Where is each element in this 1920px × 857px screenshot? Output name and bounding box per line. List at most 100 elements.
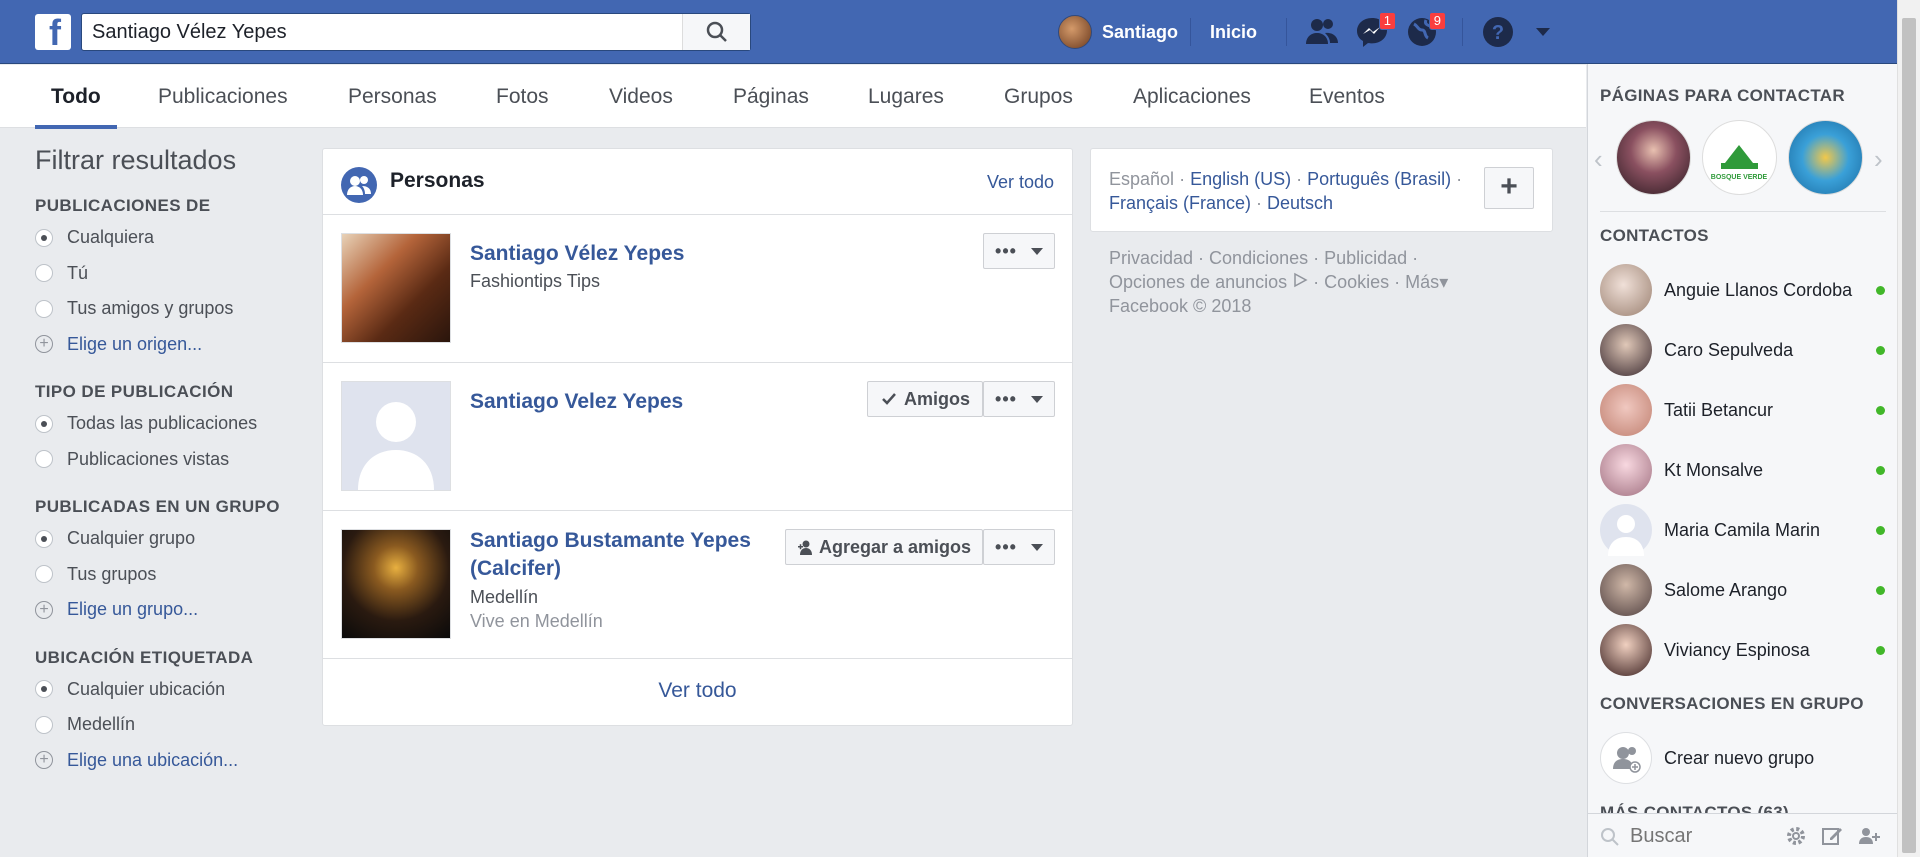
tab-fotos[interactable]: Fotos [496,65,549,128]
avatar [1600,504,1652,556]
person-name-link[interactable]: Santiago Vélez Yepes [470,240,684,268]
online-status-dot [1876,465,1885,475]
search-input[interactable] [92,19,682,45]
radio-selected[interactable] [35,680,53,699]
filter-section-title: UBICACIÓN ETIQUETADA [35,647,254,667]
notifications-globe-icon[interactable]: 9 [1404,12,1446,50]
friend-requests-icon[interactable] [1303,14,1341,50]
radio[interactable] [35,299,53,318]
person-detail: Fashiontips Tips [470,271,601,291]
footer-link[interactable]: Condiciones [1209,248,1308,268]
language-link[interactable]: Português (Brasil) [1307,169,1451,189]
radio-selected[interactable] [35,228,53,247]
choose-source-link[interactable]: + Elige un origen... [35,327,305,363]
facebook-logo-icon[interactable]: f [35,12,71,53]
filter-option[interactable]: Cualquiera [35,220,305,256]
profile-photo[interactable] [341,529,451,639]
more-options-button[interactable]: ••• [983,529,1055,565]
filter-option[interactable]: Cualquier ubicación [35,672,305,708]
radio[interactable] [35,264,53,283]
choose-source-label[interactable]: Elige un origen... [67,334,202,355]
profile-photo[interactable] [341,233,451,343]
person-name-link[interactable]: Santiago Bustamante Yepes (Calcifer) [470,527,770,583]
gear-icon[interactable] [1784,824,1808,848]
choose-group-link[interactable]: + Elige un grupo... [35,592,305,628]
filter-panel: Filtrar resultados PUBLICACIONES DE Cual… [35,145,305,778]
footer-link[interactable]: Publicidad [1324,248,1407,268]
language-link[interactable]: Français (France) [1109,193,1251,213]
filter-option[interactable]: Cualquier grupo [35,521,305,557]
plus-circle-icon: + [35,335,53,354]
contact-item[interactable]: Maria Camila Marin [1600,504,1885,556]
contact-item[interactable]: Tatii Betancur [1600,384,1885,436]
tab-todo[interactable]: Todo [35,65,117,129]
friends-button[interactable]: Amigos [867,381,983,417]
help-icon[interactable]: ? [1480,14,1518,50]
radio-selected[interactable] [35,414,53,433]
choose-location-label[interactable]: Elige una ubicación... [67,750,238,771]
more-options-button[interactable]: ••• [983,233,1055,269]
filter-option[interactable]: Tú [35,256,305,292]
choose-group-label[interactable]: Elige un grupo... [67,599,198,620]
footer-link[interactable]: Cookies [1324,272,1389,292]
chevron-right-icon[interactable]: › [1874,144,1883,175]
page-avatar[interactable] [1788,120,1863,195]
tab-lugares[interactable]: Lugares [868,65,944,128]
tab-grupos[interactable]: Grupos [1004,65,1073,128]
search-button[interactable] [682,14,750,50]
profile-link[interactable]: Santiago [1058,0,1178,64]
radio-selected[interactable] [35,529,53,548]
page-avatar[interactable]: BOSQUE VERDE [1702,120,1777,195]
filter-option[interactable]: Medellín [35,707,305,743]
page-avatar[interactable] [1616,120,1691,195]
tab-videos[interactable]: Videos [609,65,673,128]
messenger-icon[interactable]: 1 [1354,12,1396,50]
create-group-button[interactable]: Crear nuevo grupo [1600,732,1885,784]
profile-photo-placeholder[interactable] [341,381,451,491]
radio[interactable] [35,715,53,734]
filter-option[interactable]: Todas las publicaciones [35,406,305,442]
contact-item[interactable]: Kt Monsalve [1600,444,1885,496]
add-friend-button[interactable]: Agregar a amigos [785,529,983,565]
filter-option[interactable]: Tus amigos y grupos [35,291,305,327]
radio[interactable] [35,565,53,584]
compose-icon[interactable] [1820,824,1844,848]
page-scrollbar[interactable] [1897,0,1920,857]
filter-option[interactable]: Tus grupos [35,557,305,593]
contact-item[interactable]: Anguie Llanos Cordoba [1600,264,1885,316]
contact-item[interactable]: Viviancy Espinosa [1600,624,1885,676]
more-languages-plus-button[interactable]: + [1484,167,1534,209]
avatar [1058,15,1092,49]
more-options-button[interactable]: ••• [983,381,1055,417]
contact-item[interactable]: Caro Sepulveda [1600,324,1885,376]
see-all-bottom-link[interactable]: Ver todo [323,659,1072,722]
account-menu-chevron-down-icon[interactable] [1528,14,1566,50]
tab-eventos[interactable]: Eventos [1309,65,1385,128]
radio[interactable] [35,450,53,469]
choose-location-link[interactable]: + Elige una ubicación... [35,743,305,779]
top-bar: f Santiago Inicio 1 9 ? [0,0,1920,64]
tab-personas[interactable]: Personas [348,65,437,128]
chat-search-input[interactable] [1630,822,1790,850]
person-name-link[interactable]: Santiago Velez Yepes [470,388,683,416]
home-link[interactable]: Inicio [1210,0,1257,64]
chevron-down-icon [1030,247,1043,255]
list-item: Santiago Vélez Yepes Fashiontips Tips ••… [323,215,1072,363]
see-all-link[interactable]: Ver todo [987,172,1054,193]
language-link[interactable]: English (US) [1190,169,1291,189]
scrollbar-thumb[interactable] [1902,18,1916,853]
language-link[interactable]: Deutsch [1267,193,1333,213]
contact-item[interactable]: Salome Arango [1600,564,1885,616]
filter-option[interactable]: Publicaciones vistas [35,442,305,478]
footer-link[interactable]: Privacidad [1109,248,1193,268]
chevron-down-icon [1030,395,1043,403]
contact-name: Anguie Llanos Cordoba [1664,279,1853,300]
footer-link[interactable]: Más [1405,272,1439,292]
tab-publicaciones[interactable]: Publicaciones [158,65,288,128]
tab-aplicaciones[interactable]: Aplicaciones [1133,65,1251,128]
filter-option-label: Todas las publicaciones [67,413,258,434]
footer-link[interactable]: Opciones de anuncios [1109,272,1287,292]
tab-paginas[interactable]: Páginas [733,65,809,128]
chevron-left-icon[interactable]: ‹ [1594,144,1603,175]
new-group-icon[interactable] [1856,824,1882,848]
